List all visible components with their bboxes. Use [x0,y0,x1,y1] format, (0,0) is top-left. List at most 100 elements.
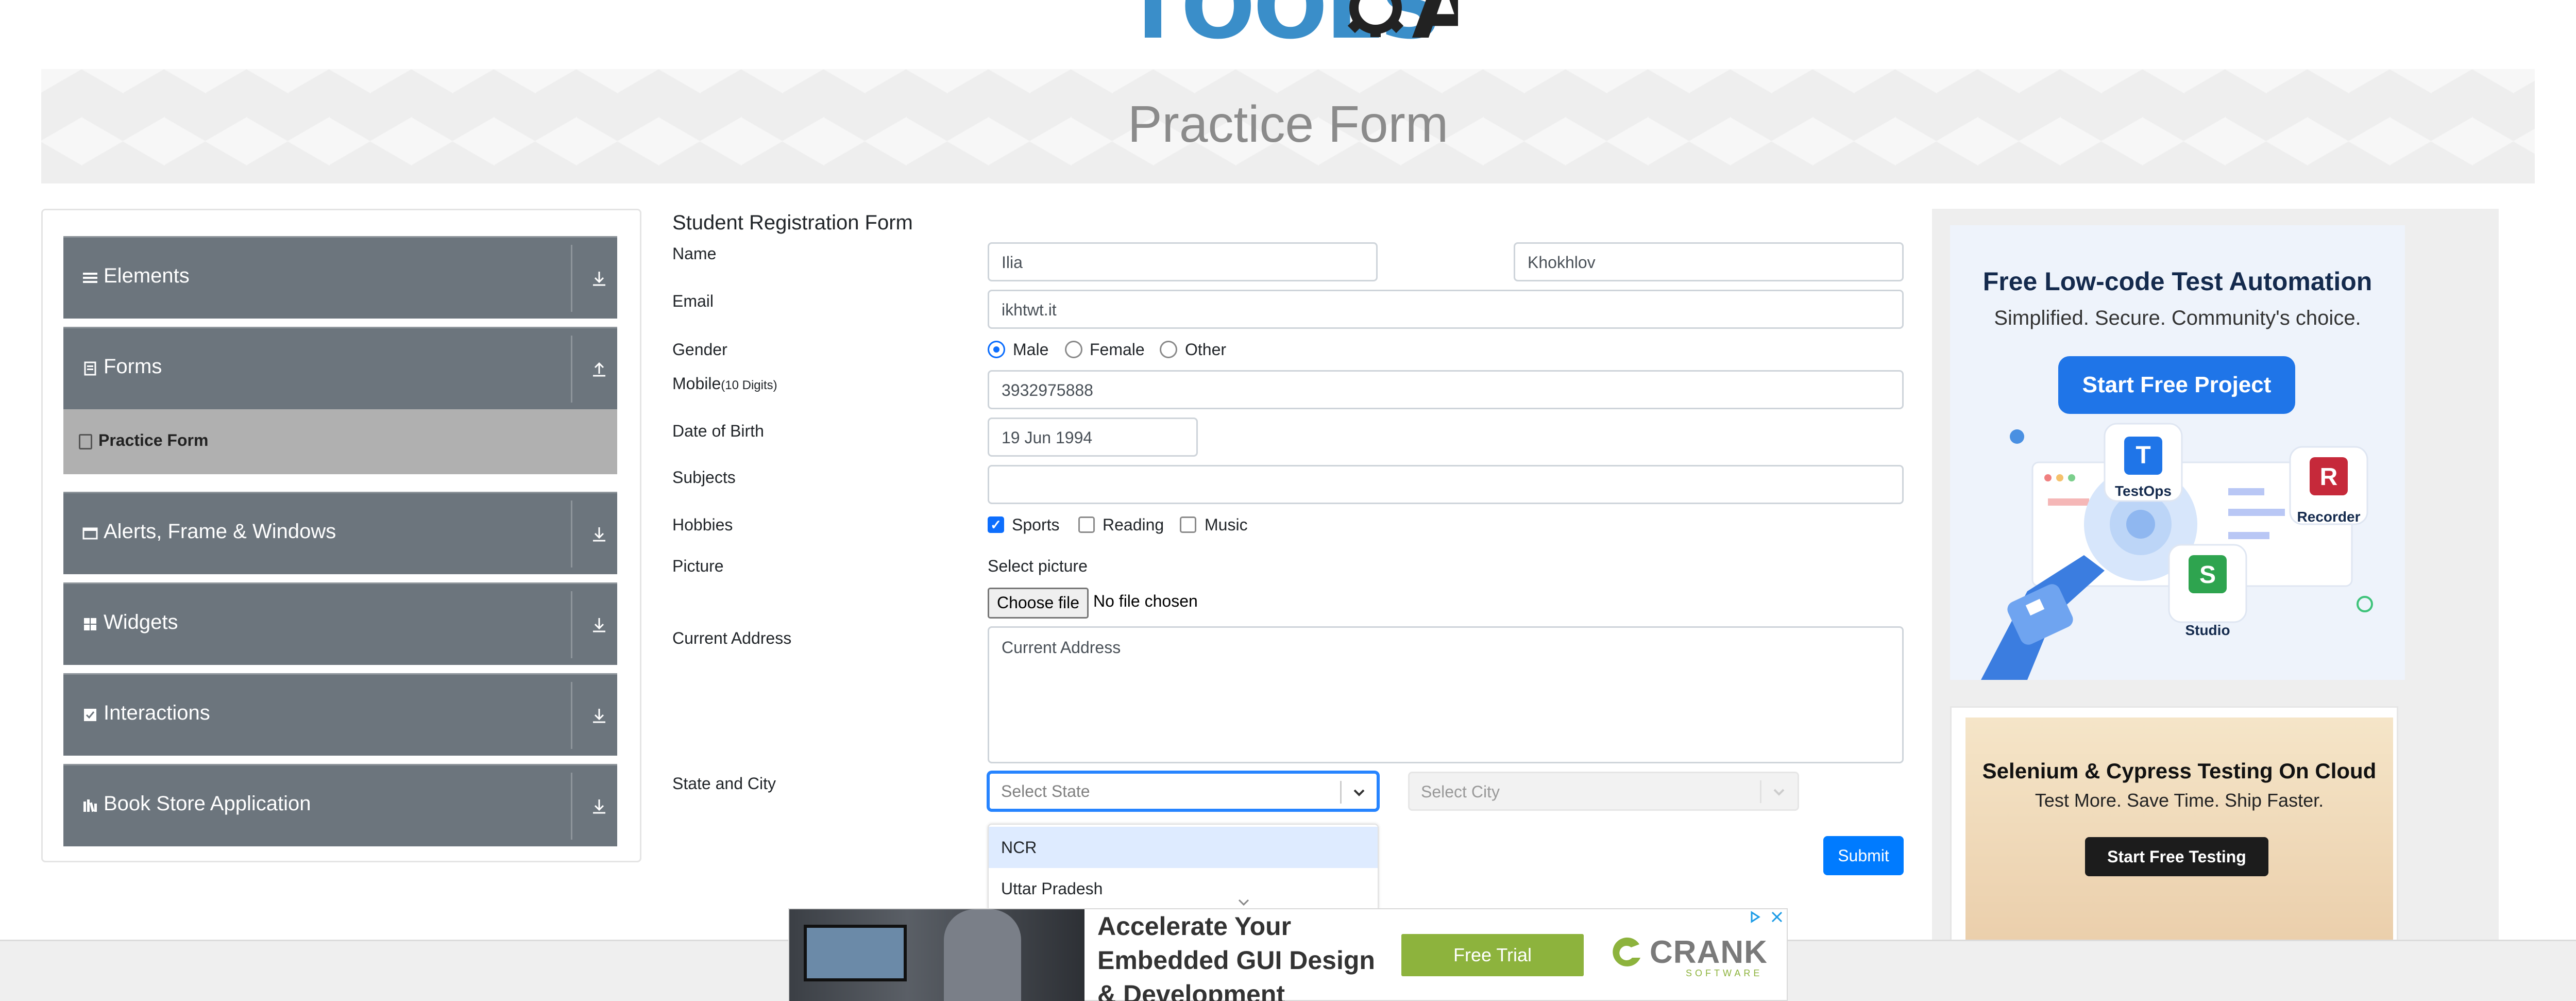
menu-group-forms[interactable]: Forms [63,327,617,409]
crank-logo: CRANK SOFTWARE [1608,930,1773,981]
first-name-value: Ilia [1002,253,1023,272]
recorder-label: Recorder [2297,509,2361,525]
divider [571,336,572,403]
address-placeholder: Current Address [1002,638,1121,657]
state-option-ncr[interactable]: NCR [989,827,1378,868]
crank-logo-sub: SOFTWARE [1686,968,1763,978]
state-city-label: State and City [672,774,776,793]
crank-logo-icon [1613,937,1640,966]
free-trial-button[interactable]: Free Trial [1401,934,1584,976]
state-select[interactable]: Select State [988,772,1379,811]
ad-headline-line: & Development [1097,980,1285,1001]
email-value: ikhtwt.it [1002,301,1057,319]
interactions-icon [84,709,96,721]
download-arrow-icon[interactable] [589,615,609,636]
menu-group-widgets[interactable]: Widgets [63,582,617,665]
gender-radio-male[interactable] [988,341,1005,358]
gender-radio-other[interactable] [1160,341,1177,358]
divider [571,682,572,749]
gender-label: Gender [672,340,727,359]
sidebar-item-label: Practice Form [98,431,209,449]
ad-photo [789,909,1084,1001]
gender-option-label[interactable]: Male [1013,340,1048,359]
hobby-label[interactable]: Music [1205,515,1248,535]
name-label: Name [672,244,717,263]
mobile-value: 3932975888 [1002,381,1093,399]
mobile-label: Mobile(10 Digits) [672,374,777,393]
subjects-label: Subjects [672,468,736,487]
hobby-checkbox-reading[interactable] [1078,516,1095,533]
ad-close-icon[interactable] [1748,909,1787,925]
page-title: Practice Form [1127,95,1449,153]
divider [1760,780,1761,803]
hobby-label[interactable]: Reading [1103,515,1164,535]
no-file-text: No file chosen [1093,592,1198,610]
menu-group-book-store[interactable]: Book Store Application [63,764,617,846]
download-arrow-icon[interactable] [589,269,609,289]
menu-group-interactions[interactable]: Interactions [63,673,617,756]
crank-bottom-ad[interactable]: Accelerate Your Embedded GUI Design & De… [788,908,1788,1001]
subjects-input[interactable] [988,465,1904,504]
form-title: Student Registration Form [672,211,913,234]
mobile-label-text: Mobile [672,374,721,393]
dob-input[interactable]: 19 Jun 1994 [988,418,1198,457]
mobile-hint: (10 Digits) [721,378,777,392]
download-arrow-icon[interactable] [589,524,609,545]
mobile-input[interactable]: 3932975888 [988,370,1904,409]
ad-illustration: T TestOps R Recorder S Studio [1981,423,2373,680]
download-arrow-icon[interactable] [589,796,609,817]
ad-subtitle: Simplified. Secure. Community's choice. [1994,307,2361,329]
menu-group-elements[interactable]: Elements [63,236,617,319]
hobby-checkbox-music[interactable] [1180,516,1196,533]
left-menu-panel: Elements Forms Practice Form Alerts, Fra… [41,209,641,862]
download-arrow-icon[interactable] [589,706,609,726]
menu-group-label: Widgets [104,611,178,633]
page-banner: Practice Form [41,69,2535,183]
form-icon [79,434,92,449]
chevron-down-icon[interactable] [1770,783,1788,801]
gender-radio-female[interactable] [1065,341,1082,358]
divider [571,245,572,312]
last-name-input[interactable]: Khokhlov [1514,242,1904,281]
divider [571,591,572,658]
hobby-checkbox-sports[interactable]: ✓ [988,516,1004,533]
logo-text-qa: A [1412,0,1458,58]
svg-text:T: T [2136,442,2150,469]
ad-headline: Accelerate Your Embedded GUI Design & De… [1097,909,1375,1001]
sidebar-item-practice-form[interactable]: Practice Form [63,409,617,474]
svg-text:S: S [2199,561,2216,589]
state-option-uttar-pradesh[interactable]: Uttar Pradesh [989,868,1378,909]
chevron-down-icon[interactable] [1350,784,1368,802]
gender-option-label[interactable]: Female [1090,340,1145,359]
ad-headline-line: Accelerate Your [1097,912,1292,941]
ad-title: Selenium & Cypress Testing On Cloud [1982,759,2377,783]
ad-photo-person [944,909,1021,1001]
hamburger-icon [83,273,97,283]
city-placeholder: Select City [1421,782,1500,801]
dob-value: 19 Jun 1994 [1002,428,1093,447]
window-icon [82,527,98,540]
menu-group-alerts[interactable]: Alerts, Frame & Windows [63,492,617,574]
current-address-textarea[interactable]: Current Address [988,626,1904,763]
gender-option-label[interactable]: Other [1185,340,1226,359]
katalon-ad[interactable]: Free Low-code Test Automation Simplified… [1950,225,2405,680]
start-free-project-button[interactable]: Start Free Project [2058,356,2295,414]
upload-arrow-icon[interactable] [589,359,609,380]
menu-group-label: Interactions [104,702,210,724]
submit-button[interactable]: Submit [1823,836,1904,875]
menu-group-label: Book Store Application [104,792,311,815]
address-label: Current Address [672,629,792,647]
start-free-testing-button[interactable]: Start Free Testing [2085,837,2268,876]
state-placeholder: Select State [1001,782,1090,800]
ad-subtitle: Test More. Save Time. Ship Faster. [2035,790,2324,811]
hobby-label[interactable]: Sports [1012,515,1059,535]
first-name-input[interactable]: Ilia [988,242,1378,281]
ad-photo-screen [804,925,907,981]
choose-file-button[interactable]: Choose file [988,588,1089,619]
toolsqa-logo[interactable]: TOOLS A [1123,0,1458,58]
email-input[interactable]: ikhtwt.it [988,290,1904,329]
email-label: Email [672,292,714,310]
hobbies-label: Hobbies [672,515,733,534]
dob-label: Date of Birth [672,422,764,440]
city-select[interactable]: Select City [1408,772,1799,811]
